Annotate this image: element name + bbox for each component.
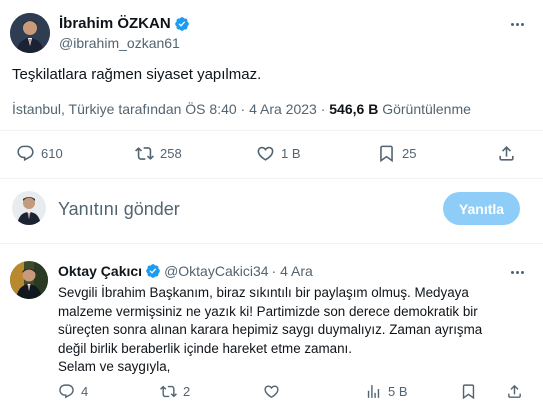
reply-author-avatar[interactable]	[10, 261, 48, 299]
retweet-button[interactable]: 258	[135, 144, 182, 163]
reply-views-button[interactable]: 5 B	[365, 383, 408, 400]
reply-share-button[interactable]	[506, 383, 523, 400]
share-icon	[508, 384, 521, 398]
like-icon	[264, 385, 279, 398]
reply-icon	[59, 384, 74, 399]
verified-badge-icon	[145, 263, 161, 279]
divider	[0, 178, 543, 179]
author-handle[interactable]: @ibrahim_ozkan61	[59, 35, 180, 51]
like-count: 1 B	[281, 146, 301, 161]
reply-like-button[interactable]	[263, 383, 286, 400]
reply-text-line: malzeme vermişsiniz ne yazık ki! Partimi…	[58, 303, 478, 319]
reply-text-line: Sevgili İbrahim Başkanım, biraz sıkıntıl…	[58, 285, 469, 300]
reply-count: 610	[41, 146, 63, 161]
reply-bookmark-button[interactable]	[460, 383, 477, 400]
like-button[interactable]: 1 B	[256, 144, 301, 163]
reply-text-line: Selam ve saygıyla,	[58, 359, 171, 375]
current-user-avatar[interactable]	[12, 191, 46, 225]
reply-input[interactable]: Yanıtını gönder	[58, 199, 180, 220]
retweet-icon	[160, 385, 177, 398]
tweet-actions: 610 258 1 B 25	[0, 144, 543, 168]
share-button[interactable]	[497, 144, 516, 163]
retweet-count: 258	[160, 146, 182, 161]
retweet-icon	[135, 147, 154, 160]
author-name-row: İbrahim ÖZKAN	[59, 15, 190, 32]
more-icon[interactable]	[505, 262, 529, 282]
tweet-text: Teşkilatlara rağmen siyaset yapılmaz.	[12, 66, 262, 83]
author-name[interactable]: İbrahim ÖZKAN	[59, 15, 171, 32]
reply-reply-count: 4	[81, 384, 89, 399]
divider	[0, 130, 543, 131]
reply-author-row: Oktay Çakıcı @OktayCakici34 · 4 Ara	[58, 263, 313, 279]
views-icon	[367, 385, 380, 398]
share-icon	[499, 146, 514, 161]
reply-retweet-count: 2	[183, 384, 191, 399]
tweet-views-count: 546,6 B	[329, 101, 379, 117]
divider	[0, 243, 543, 244]
reply-submit-button[interactable]: Yanıtla	[443, 192, 520, 225]
reply-actions: 4 2 5 B	[0, 383, 543, 407]
reply-text-line: süreçten sonra alınan karara hepimiz say…	[58, 322, 483, 338]
like-icon	[257, 146, 274, 161]
reply-author-handle[interactable]: @OktayCakici34	[164, 263, 268, 279]
reply-views-count: 5 B	[388, 384, 408, 399]
bookmark-count: 25	[402, 146, 417, 161]
verified-badge-icon	[174, 16, 190, 32]
bookmark-icon	[462, 384, 475, 400]
more-icon[interactable]	[505, 12, 529, 36]
tweet-meta: İstanbul, Türkiye tarafından ÖS 8:40 · 4…	[12, 101, 471, 117]
reply-reply-button[interactable]: 4	[58, 383, 88, 400]
reply-text-line: değil birlik beraberlik içinde hareket e…	[58, 340, 352, 356]
reply-time[interactable]: · 4 Ara	[272, 263, 313, 279]
author-avatar[interactable]	[10, 13, 50, 53]
reply-button[interactable]: 610	[16, 144, 63, 163]
bookmark-icon	[380, 145, 393, 163]
bookmark-button[interactable]: 25	[377, 144, 416, 163]
tweet-location-time[interactable]: İstanbul, Türkiye tarafından ÖS 8:40 · 4…	[12, 101, 329, 117]
reply-author-name[interactable]: Oktay Çakıcı	[58, 263, 142, 279]
reply-icon	[17, 145, 34, 162]
reply-retweet-button[interactable]: 2	[160, 383, 190, 400]
reply-text: Sevgili İbrahim Başkanım, biraz sıkıntıl…	[58, 284, 528, 377]
tweet-views-label: Görüntülenme	[378, 101, 471, 117]
